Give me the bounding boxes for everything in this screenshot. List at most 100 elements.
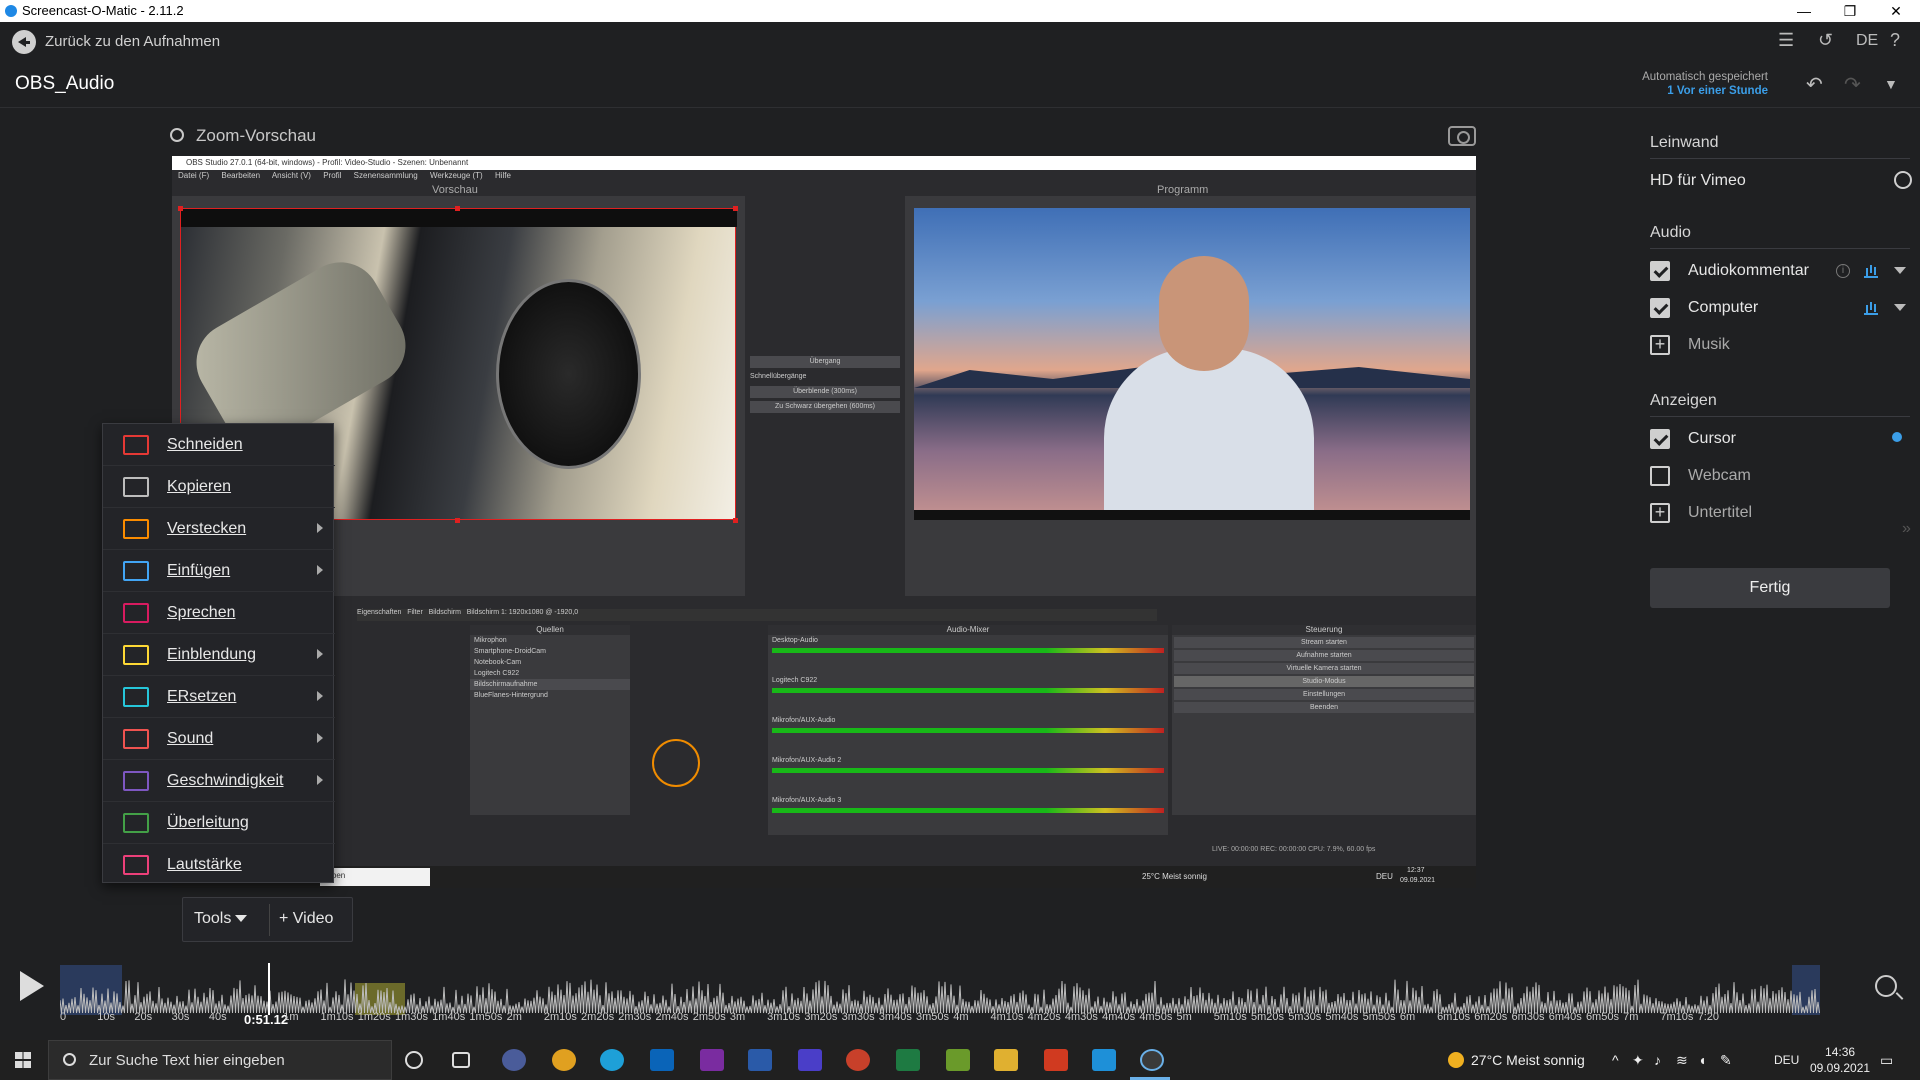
done-button[interactable]: Fertig xyxy=(1650,568,1890,608)
audio-level-icon[interactable] xyxy=(1864,301,1878,315)
chevron-down-icon[interactable] xyxy=(1894,267,1906,274)
canvas-option-hd-vimeo[interactable]: HD für Vimeo xyxy=(1650,166,1912,196)
obs-properties-bar: Eigenschaften Filter Bildschirm Bildschi… xyxy=(357,609,1157,621)
timeline-zoom-icon[interactable] xyxy=(1875,975,1897,997)
list-icon[interactable]: ☰ xyxy=(1778,30,1794,51)
menu-item-einblendung[interactable]: Einblendung xyxy=(103,634,335,676)
display-option-untertitel[interactable]: + Untertitel xyxy=(1650,498,1910,528)
app-icon[interactable] xyxy=(946,1049,970,1071)
playhead[interactable] xyxy=(268,963,270,1015)
dropbox-icon[interactable]: ✦ xyxy=(1632,1052,1644,1069)
help-icon[interactable]: ? xyxy=(1890,30,1900,51)
copy-icon xyxy=(123,477,149,497)
redo-icon[interactable]: ↷ xyxy=(1844,72,1861,97)
audio-option-audiokommentar[interactable]: Audiokommentar i xyxy=(1650,256,1910,286)
volume-icon xyxy=(123,855,149,875)
chevron-right-icon[interactable]: » xyxy=(1902,520,1911,538)
app-icon[interactable] xyxy=(502,1049,526,1071)
add-icon[interactable]: + xyxy=(1650,503,1670,523)
project-title[interactable]: OBS_Audio xyxy=(15,73,114,95)
clock[interactable]: 14:36 09.09.2021 xyxy=(1810,1044,1870,1076)
waveform-path xyxy=(60,979,1820,1014)
resize-handle xyxy=(455,206,460,211)
display-option-cursor[interactable]: Cursor xyxy=(1650,424,1910,454)
chrome-icon[interactable] xyxy=(552,1049,576,1071)
menu-item-ersetzen[interactable]: ERsetzen xyxy=(103,676,335,718)
language-selector[interactable]: DE xyxy=(1856,32,1878,50)
file-explorer-icon[interactable] xyxy=(994,1049,1018,1071)
menu-item-schneiden[interactable]: Schneiden xyxy=(103,424,335,466)
app-icon[interactable] xyxy=(798,1049,822,1071)
back-to-recordings-link[interactable]: Zurück zu den Aufnahmen xyxy=(45,33,220,50)
close-button[interactable]: ✕ xyxy=(1873,0,1919,22)
cursor-checkbox[interactable] xyxy=(1650,429,1670,449)
timeline-tick-label: 1m30s xyxy=(394,1011,428,1023)
menu-item-sound[interactable]: Sound xyxy=(103,718,335,760)
history-icon[interactable]: ↺ xyxy=(1818,30,1833,51)
language-indicator[interactable]: DEU xyxy=(1774,1053,1799,1067)
task-view-icon[interactable] xyxy=(452,1052,470,1068)
menu-chevron-icon[interactable]: ▼ xyxy=(1884,76,1898,92)
radio-toggle[interactable] xyxy=(1894,171,1912,189)
app-icon xyxy=(5,5,17,17)
powerpoint-icon[interactable] xyxy=(846,1049,870,1071)
video-preview[interactable]: OBS Studio 27.0.1 (64-bit, windows) - Pr… xyxy=(172,156,1476,888)
microphone-icon[interactable]: ♪ xyxy=(1654,1052,1661,1068)
audiokommentar-checkbox[interactable] xyxy=(1650,261,1670,281)
computer-checkbox[interactable] xyxy=(1650,298,1670,318)
camera-icon[interactable] xyxy=(1448,126,1476,146)
menu-item-lautstaerke[interactable]: Lautstärke xyxy=(103,844,335,886)
add-video-button[interactable]: + Video xyxy=(279,910,333,928)
speaker-icon[interactable]: ◖ xyxy=(1698,1052,1706,1068)
audio-option-computer[interactable]: Computer xyxy=(1650,293,1910,323)
vimeo-icon[interactable] xyxy=(1092,1049,1116,1071)
screencast-o-matic-icon[interactable] xyxy=(1140,1049,1164,1071)
network-icon[interactable]: ≋ xyxy=(1676,1052,1688,1069)
word-icon[interactable] xyxy=(748,1049,772,1071)
timeline-tick-label: 1m20s xyxy=(357,1011,391,1023)
pen-icon[interactable]: ✎ xyxy=(1720,1052,1732,1069)
windows-start-icon[interactable] xyxy=(15,1052,31,1068)
display-option-webcam[interactable]: Webcam xyxy=(1650,461,1910,491)
play-icon[interactable] xyxy=(20,971,44,1001)
onenote-icon[interactable] xyxy=(700,1049,724,1071)
undo-icon[interactable]: ↶ xyxy=(1806,72,1823,97)
cursor-settings-icon[interactable] xyxy=(1892,432,1902,442)
timeline[interactable]: 0:51.12 0 10s 20s 30s 40s 1m 1m10s 1m20s 1m30s 1m… xyxy=(0,943,1920,1033)
audio-level-icon[interactable] xyxy=(1864,264,1878,278)
timeline-tick-label: 6m30s xyxy=(1511,1011,1545,1023)
obs-docks: Eigenschaften Filter Bildschirm Bildschi… xyxy=(172,601,1476,888)
edge-icon[interactable] xyxy=(600,1049,624,1071)
audio-waveform[interactable] xyxy=(60,965,1820,1015)
current-time: 0:51.12 xyxy=(244,1012,289,1027)
weather-text[interactable]: 27°C Meist sonnig xyxy=(1471,1052,1585,1068)
chevron-down-icon[interactable] xyxy=(1894,304,1906,311)
timeline-tick-label: 2m20s xyxy=(581,1011,615,1023)
window-titlebar: Screencast-O-Matic - 2.11.2 — ❐ ✕ xyxy=(0,0,1920,22)
webcam-checkbox[interactable] xyxy=(1650,466,1670,486)
add-icon[interactable]: + xyxy=(1650,335,1670,355)
obs-audio-mixer: Audio-Mixer Desktop-Audio Logitech C922 … xyxy=(768,625,1168,835)
menu-item-ueberleitung[interactable]: Überleitung xyxy=(103,802,335,844)
excel-icon[interactable] xyxy=(896,1049,920,1071)
timeline-tick-label: 5m xyxy=(1176,1011,1192,1023)
minimize-button[interactable]: — xyxy=(1781,0,1827,22)
notification-icon[interactable]: ▭ xyxy=(1880,1052,1893,1069)
back-arrow-icon[interactable] xyxy=(12,30,36,54)
menu-item-einfuegen[interactable]: Einfügen xyxy=(103,550,335,592)
info-icon[interactable]: i xyxy=(1836,264,1850,278)
audio-option-musik[interactable]: + Musik xyxy=(1650,330,1910,360)
menu-item-verstecken[interactable]: Verstecken xyxy=(103,508,335,550)
timeline-tick-label: 40s xyxy=(208,1011,227,1023)
menu-item-geschwindigkeit[interactable]: Geschwindigkeit xyxy=(103,760,335,802)
menu-item-sprechen[interactable]: Sprechen xyxy=(103,592,335,634)
cortana-icon[interactable] xyxy=(405,1051,423,1069)
zoom-preview-label[interactable]: Zoom-Vorschau xyxy=(170,126,316,146)
outlook-icon[interactable] xyxy=(650,1049,674,1071)
menu-item-kopieren[interactable]: Kopieren xyxy=(103,466,335,508)
tools-button[interactable]: Tools xyxy=(194,910,248,928)
maximize-button[interactable]: ❐ xyxy=(1827,0,1873,22)
tray-chevron-icon[interactable]: ^ xyxy=(1612,1052,1619,1068)
office-icon[interactable] xyxy=(1044,1049,1068,1071)
taskbar-search[interactable]: Zur Suche Text hier eingeben xyxy=(48,1040,392,1080)
